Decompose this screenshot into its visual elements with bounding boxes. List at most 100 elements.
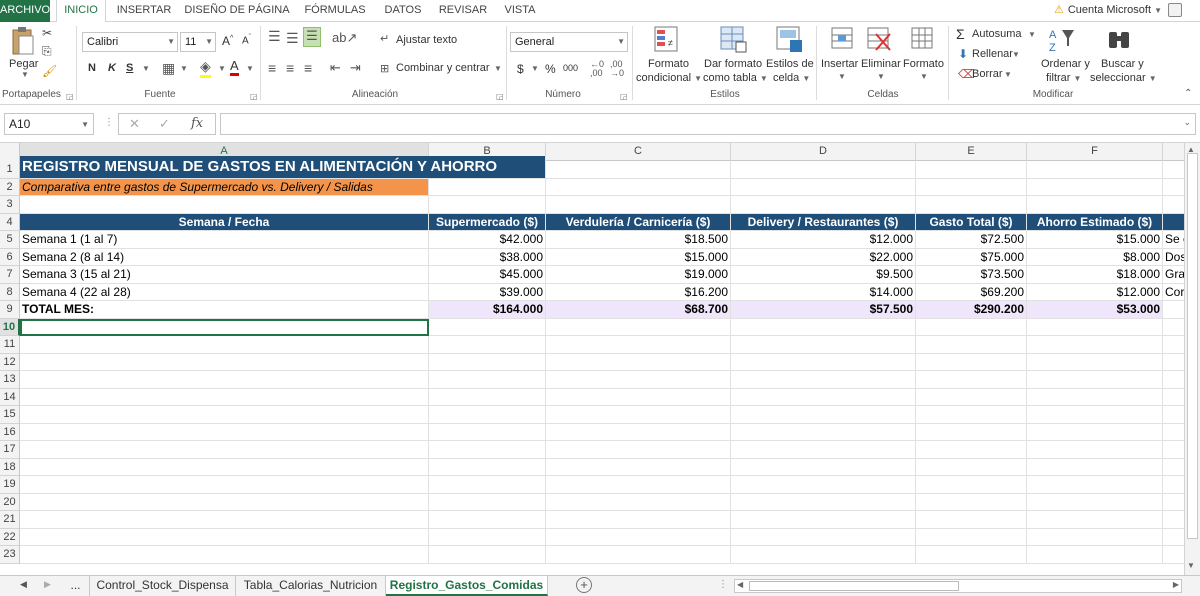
week-label[interactable]: Semana 2 (8 al 14) [20, 248, 429, 266]
find-select-label1[interactable]: Buscar y [1101, 58, 1144, 70]
cell[interactable] [916, 196, 1027, 214]
decrease-decimal-icon[interactable]: ,00 →0 [610, 60, 624, 78]
cell[interactable] [1163, 319, 1184, 336]
value-cell[interactable]: $15.000 [1027, 231, 1163, 249]
cell[interactable] [546, 528, 731, 546]
cell[interactable] [429, 353, 546, 371]
row-header[interactable]: 10 [0, 318, 20, 336]
cell[interactable] [429, 196, 546, 214]
wrap-text-button[interactable]: Ajustar texto [396, 34, 457, 46]
decrease-indent-icon[interactable]: ⇤ [330, 60, 341, 76]
row-header[interactable]: 2 [0, 178, 20, 196]
sheet-tab-registro-gastos[interactable]: Registro_Gastos_Comidas [386, 576, 548, 596]
cell[interactable] [429, 511, 546, 529]
value-cell[interactable]: $39.000 [429, 283, 546, 301]
tab-diseno-pagina[interactable]: DISEÑO DE PÁGINA [182, 0, 292, 22]
merge-dropdown-icon[interactable]: ▼ [494, 64, 502, 73]
clipboard-launcher-icon[interactable]: ◲ [66, 92, 74, 101]
value-cell[interactable]: $72.500 [916, 231, 1027, 249]
cell[interactable] [1163, 441, 1184, 459]
value-cell[interactable]: $19.000 [546, 266, 731, 284]
value-cell[interactable]: $69.200 [916, 283, 1027, 301]
cell[interactable] [916, 318, 1027, 336]
tab-split-grip-icon[interactable]: ⋮ [718, 579, 728, 590]
cell[interactable] [546, 511, 731, 529]
binoculars-icon[interactable] [1106, 26, 1134, 57]
cell[interactable] [731, 546, 916, 564]
column-header-f[interactable]: F [1027, 143, 1163, 161]
alignment-launcher-icon[interactable]: ◲ [496, 92, 504, 101]
fill-color-icon[interactable]: ◈ [200, 58, 211, 78]
cell[interactable] [1163, 406, 1184, 424]
cell-styles-label1[interactable]: Estilos de [766, 58, 814, 70]
total-label[interactable]: TOTAL MES: [20, 301, 429, 319]
value-cell[interactable]: $18.000 [1027, 266, 1163, 284]
cell[interactable] [546, 458, 731, 476]
row-header[interactable]: 19 [0, 476, 20, 494]
cell[interactable] [731, 423, 916, 441]
cell[interactable] [1027, 511, 1163, 529]
format-cells-button[interactable]: Formato [903, 58, 944, 70]
total-cell[interactable]: $164.000 [429, 301, 546, 319]
sheet-tab-tabla-calorias[interactable]: Tabla_Calorias_Nutricion [236, 576, 386, 596]
insert-cells-button[interactable]: Insertar [821, 58, 858, 70]
cell[interactable] [546, 493, 731, 511]
cell[interactable] [429, 441, 546, 459]
cell[interactable] [1163, 459, 1184, 476]
column-title[interactable]: Ahorro Estimado ($) [1027, 213, 1163, 231]
sheet-subtitle[interactable]: Comparativa entre gastos de Supermercado… [20, 178, 429, 196]
tab-archivo[interactable]: ARCHIVO [0, 0, 50, 22]
cell[interactable] [1163, 546, 1184, 564]
fill-icon[interactable]: ⬇ [958, 47, 968, 61]
scroll-left-icon[interactable]: ◀ [737, 580, 743, 589]
cell[interactable] [916, 178, 1027, 196]
cell[interactable] [546, 371, 731, 389]
cell[interactable] [731, 476, 916, 494]
next-sheet-icon[interactable]: ▶ [44, 579, 51, 590]
format-cells-icon[interactable] [910, 26, 936, 55]
format-as-table-button[interactable]: como tabla ▼ [703, 72, 768, 84]
column-header-d[interactable]: D [731, 143, 916, 161]
cell[interactable] [731, 511, 916, 529]
align-top-icon[interactable]: ☰ [268, 28, 281, 45]
cell[interactable] [916, 511, 1027, 529]
notes-cell[interactable]: Cor [1163, 284, 1184, 301]
cell[interactable] [1027, 493, 1163, 511]
sheet-title[interactable]: REGISTRO MENSUAL DE GASTOS EN ALIMENTACI… [20, 156, 546, 179]
copy-icon[interactable]: ⎘ [42, 44, 52, 59]
cell[interactable] [1027, 406, 1163, 424]
cell[interactable] [731, 336, 916, 354]
paste-button[interactable]: Pegar [9, 58, 38, 70]
cut-icon[interactable]: ✂ [42, 26, 52, 40]
font-launcher-icon[interactable]: ◲ [250, 92, 258, 101]
percent-button[interactable]: % [545, 62, 556, 76]
cell[interactable] [916, 493, 1027, 511]
cell[interactable] [20, 423, 429, 441]
cell[interactable] [20, 476, 429, 494]
cell[interactable] [20, 388, 429, 406]
column-header-e[interactable]: E [916, 143, 1027, 161]
cell[interactable] [916, 353, 1027, 371]
cell[interactable] [1163, 494, 1184, 511]
paste-dropdown-icon[interactable]: ▼ [21, 70, 29, 79]
column-title[interactable]: Verdulería / Carnicería ($) [546, 213, 731, 231]
tab-datos[interactable]: DATOS [378, 0, 428, 22]
cell[interactable] [731, 161, 916, 179]
value-cell[interactable]: $42.000 [429, 231, 546, 249]
font-size-select[interactable]: 11 ▼ [180, 32, 216, 52]
currency-dropdown-icon[interactable]: ▼ [531, 64, 539, 73]
sort-filter-button[interactable]: filtrar ▼ [1046, 72, 1081, 84]
column-title[interactable]: Supermercado ($) [429, 213, 546, 231]
cell[interactable] [546, 318, 731, 336]
borders-dropdown-icon[interactable]: ▼ [180, 64, 188, 73]
cell[interactable] [546, 441, 731, 459]
merge-center-button[interactable]: Combinar y centrar [396, 62, 490, 74]
cell[interactable] [916, 406, 1027, 424]
cell[interactable] [546, 388, 731, 406]
row-header[interactable]: 16 [0, 423, 20, 441]
cell[interactable] [546, 336, 731, 354]
value-cell[interactable]: $45.000 [429, 266, 546, 284]
value-cell[interactable]: $8.000 [1027, 248, 1163, 266]
cell[interactable] [1163, 371, 1184, 389]
cell[interactable] [1027, 336, 1163, 354]
